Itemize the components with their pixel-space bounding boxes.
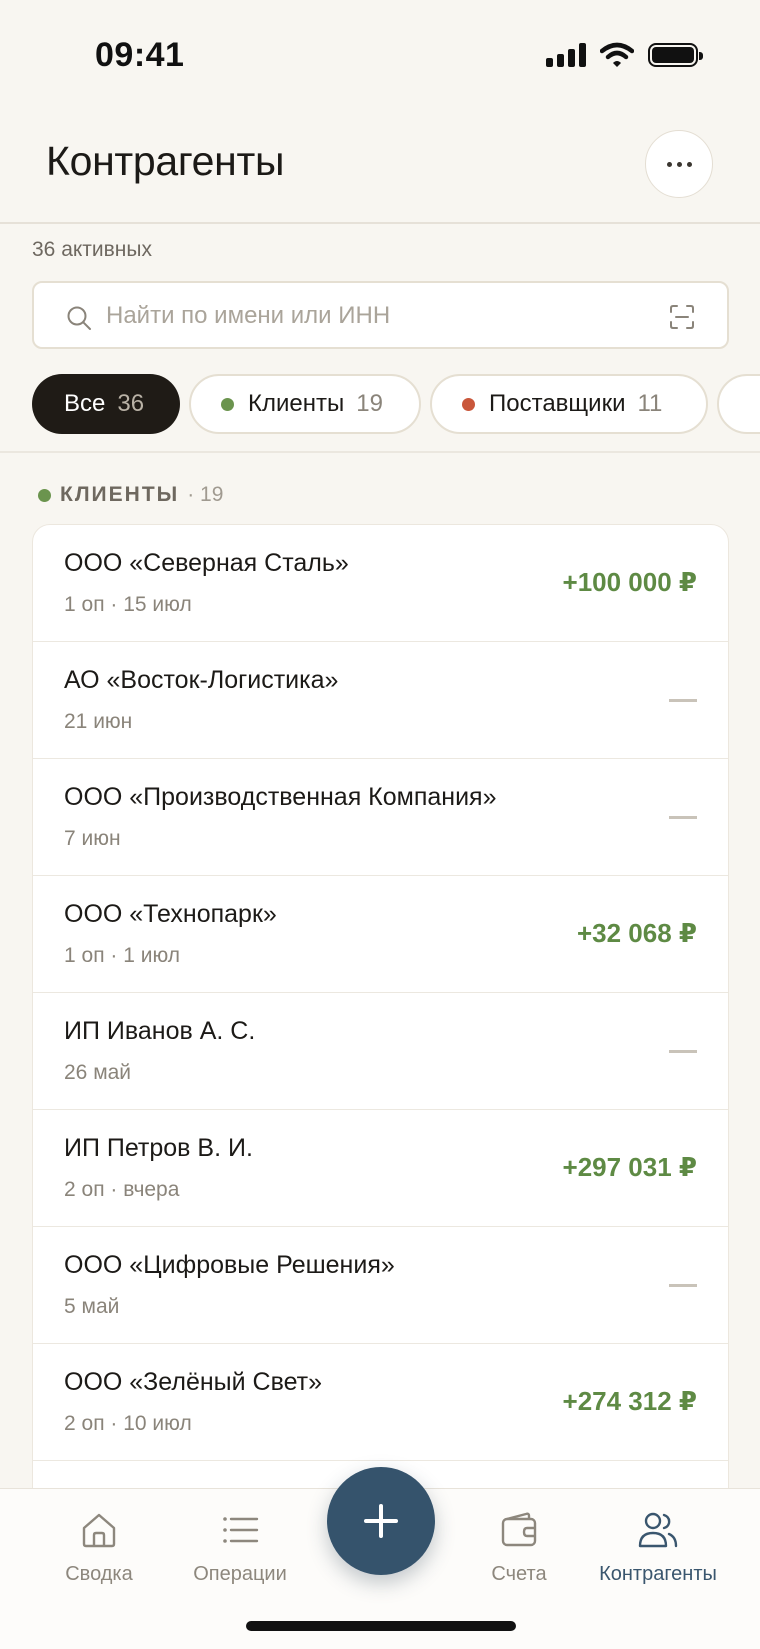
section-dot-icon <box>38 488 51 502</box>
list-item[interactable]: ООО «Цифровые Решения» 5 май <box>33 1227 728 1344</box>
chip-count: 19 <box>356 390 383 417</box>
cellular-signal-icon <box>546 43 586 67</box>
counterparty-list: ООО «Северная Сталь» 1 оп · 15 июл +100 … <box>32 524 729 1524</box>
screen: 09:41 Контрагенты 36 активных Найти по и… <box>0 0 760 1649</box>
wifi-icon <box>600 42 634 67</box>
chip-all[interactable]: Все 36 <box>32 374 180 434</box>
counterparty-amount: +297 031 ₽ <box>562 1152 697 1182</box>
list-item[interactable]: ООО «Зелёный Свет» 2 оп · 10 июл +274 31… <box>33 1344 728 1461</box>
no-amount-dash <box>669 699 697 702</box>
counterparty-name: ООО «Цифровые Решения» <box>64 1251 395 1279</box>
scan-icon[interactable] <box>669 304 695 330</box>
tab-label: Операции <box>193 1563 287 1585</box>
counterparty-name: ИП Иванов А. С. <box>64 1017 256 1045</box>
counterparty-meta: 5 май <box>64 1295 120 1318</box>
chip-count: 36 <box>117 390 145 417</box>
tab-label: Контрагенты <box>599 1563 717 1585</box>
more-button[interactable] <box>645 130 713 198</box>
counterparty-name: АО «Восток-Логистика» <box>64 666 339 694</box>
filter-chips: Все 36 Клиенты 19 Поставщики 11 <box>32 374 760 434</box>
counterparty-meta: 1 оп · 15 июл <box>64 593 192 616</box>
home-indicator <box>246 1621 516 1631</box>
counterparty-name: ИП Петров В. И. <box>64 1134 253 1162</box>
list-item[interactable]: ИП Иванов А. С. 26 май <box>33 993 728 1110</box>
counterparty-meta: 2 оп · вчера <box>64 1178 180 1201</box>
page-title: Контрагенты <box>46 138 285 184</box>
counterparty-amount: +32 068 ₽ <box>576 918 697 948</box>
active-count: 36 активных <box>32 238 152 261</box>
counterparty-name: ООО «Производственная Компания» <box>64 783 497 811</box>
tab-label: Сводка <box>65 1563 133 1585</box>
counterparty-amount: +274 312 ₽ <box>562 1386 697 1416</box>
tab-summary[interactable]: Сводка <box>50 1489 148 1586</box>
no-amount-dash <box>669 816 697 819</box>
home-icon <box>82 1513 116 1548</box>
chip-next-partial[interactable] <box>717 374 760 434</box>
header-divider <box>0 222 760 224</box>
no-amount-dash <box>669 1050 697 1053</box>
counterparty-meta: 21 июн <box>64 710 133 733</box>
tab-operations[interactable]: Операции <box>186 1489 294 1586</box>
status-bar: 09:41 <box>0 0 760 110</box>
counterparty-meta: 2 оп · 10 июл <box>64 1412 192 1435</box>
chip-label: Все <box>64 390 106 417</box>
status-icons <box>546 42 703 68</box>
counterparty-name: ООО «Технопарк» <box>64 900 277 928</box>
chip-clients[interactable]: Клиенты 19 <box>189 374 421 434</box>
add-button[interactable] <box>327 1467 435 1575</box>
battery-icon <box>648 43 703 67</box>
chips-divider <box>0 451 760 453</box>
suppliers-dot-icon <box>462 397 475 411</box>
more-dots-icon <box>666 161 672 167</box>
counterparty-meta: 7 июн <box>64 827 121 850</box>
counterparty-amount: +100 000 ₽ <box>562 567 697 597</box>
counterparty-meta: 1 оп · 1 июл <box>64 944 181 967</box>
list-item[interactable]: АО «Восток-Логистика» 21 июн <box>33 642 728 759</box>
tab-accounts[interactable]: Счета <box>478 1489 560 1586</box>
tab-label: Счета <box>491 1563 547 1585</box>
search-icon <box>67 306 91 330</box>
clients-dot-icon <box>221 397 234 411</box>
tab-counterparties[interactable]: Контрагенты <box>590 1489 726 1586</box>
status-time: 09:41 <box>95 36 185 74</box>
people-icon <box>638 1512 678 1548</box>
counterparty-name: ООО «Зелёный Свет» <box>64 1368 323 1396</box>
list-item[interactable]: ООО «Производственная Компания» 7 июн <box>33 759 728 876</box>
chip-suppliers[interactable]: Поставщики 11 <box>430 374 708 434</box>
list-item[interactable]: ООО «Северная Сталь» 1 оп · 15 июл +100 … <box>33 525 728 642</box>
list-item[interactable]: ИП Петров В. И. 2 оп · вчера +297 031 ₽ <box>33 1110 728 1227</box>
chip-label: Поставщики <box>489 390 626 417</box>
list-item[interactable]: ООО «Технопарк» 1 оп · 1 июл +32 068 ₽ <box>33 876 728 993</box>
section-title: КЛИЕНТЫ <box>60 483 180 506</box>
search-input[interactable] <box>106 297 646 335</box>
counterparty-name: ООО «Северная Сталь» <box>64 549 349 577</box>
chip-count: 11 <box>637 390 663 417</box>
search-box <box>32 281 729 349</box>
section-count: · 19 <box>187 483 224 506</box>
list-icon <box>223 1517 259 1543</box>
chip-label: Клиенты <box>248 390 345 417</box>
wallet-icon <box>501 1512 537 1547</box>
counterparty-meta: 26 май <box>64 1061 132 1084</box>
section-header: КЛИЕНТЫ · 19 <box>38 483 223 507</box>
plus-icon <box>364 1504 398 1538</box>
no-amount-dash <box>669 1284 697 1287</box>
